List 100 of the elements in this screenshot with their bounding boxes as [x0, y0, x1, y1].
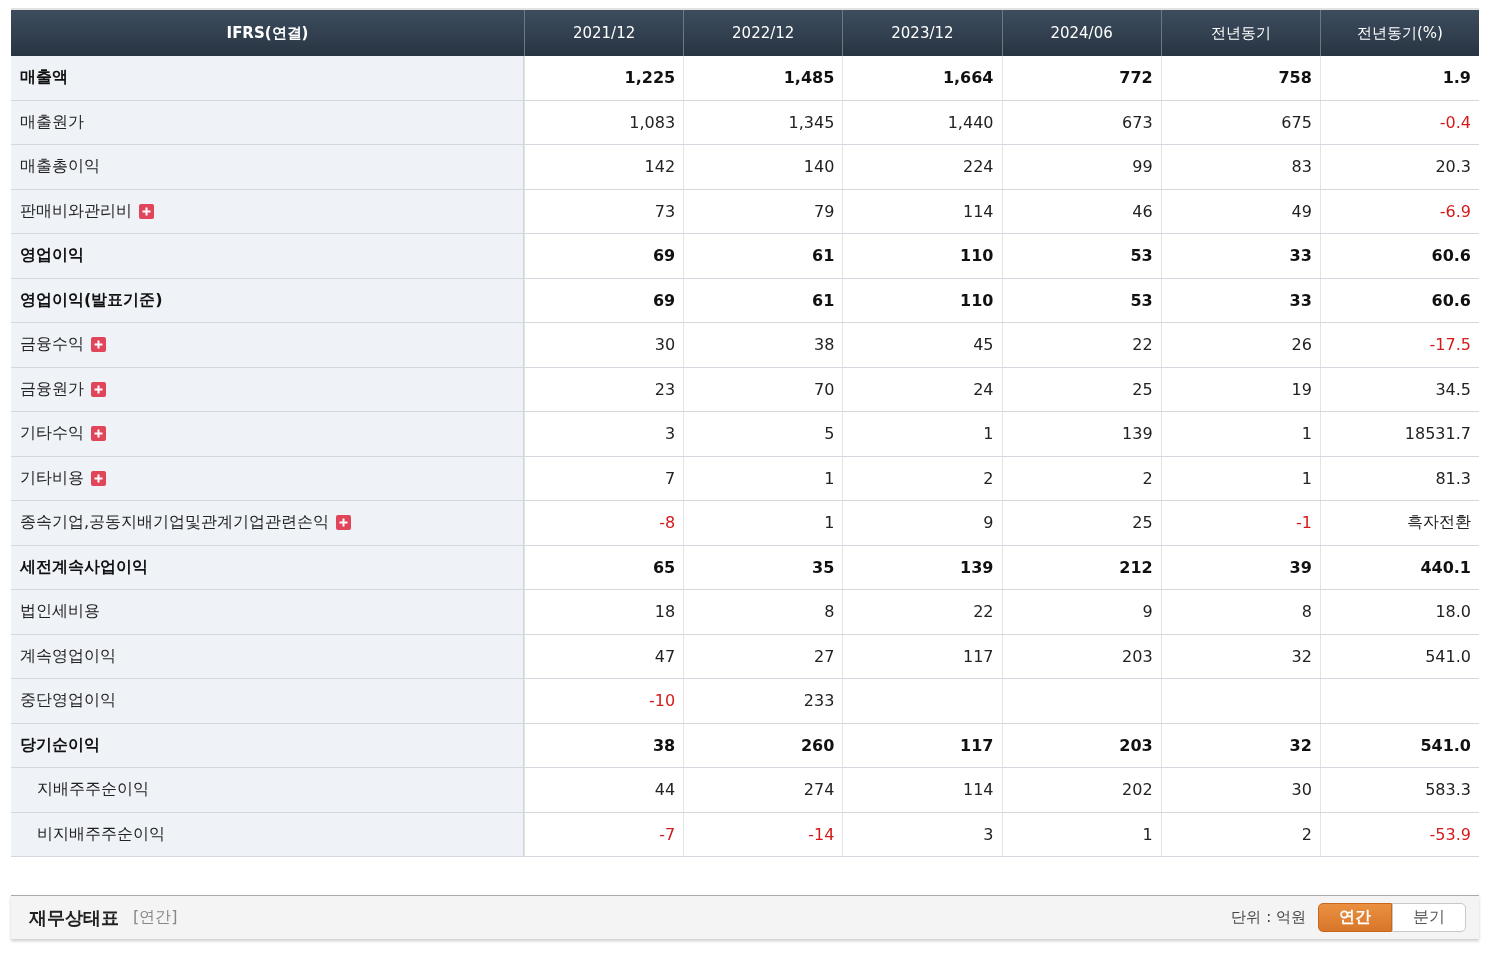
table-cell: 1: [1301, 468, 1312, 488]
table-cell: 675: [1281, 112, 1312, 132]
expand-plus-icon[interactable]: [91, 470, 106, 486]
table-cell: 2: [983, 468, 994, 488]
table-cell: 117: [962, 646, 994, 666]
table-cell: -1: [1295, 513, 1312, 533]
expand-plus-icon[interactable]: [336, 515, 352, 531]
table-cell: 27: [813, 646, 835, 666]
table-cell: 583.3: [1425, 780, 1471, 800]
table-cell: 60.6: [1431, 290, 1471, 310]
period-toggle-button[interactable]: 분기: [1392, 903, 1466, 932]
table-cell: 203: [1119, 735, 1153, 755]
table-cell: 139: [960, 557, 994, 577]
table-cell: 20.3: [1435, 157, 1471, 177]
column-header: 전년동기(%): [1356, 23, 1443, 43]
row-label: 세전계속사업이익: [20, 556, 148, 578]
table-cell: 139: [1122, 424, 1153, 444]
table-cell: -7: [659, 824, 676, 844]
table-cell: 45: [973, 335, 994, 355]
table-cell: 38: [652, 735, 676, 755]
table-cell: 32: [1289, 735, 1312, 755]
table-cell: 1,440: [947, 112, 994, 132]
table-cell: 142: [644, 157, 676, 177]
table-cell: 1,485: [783, 68, 835, 88]
table-cell: 1: [1301, 424, 1312, 444]
table-cell: 49: [1291, 201, 1312, 221]
column-header: IFRS(연결): [226, 23, 309, 43]
table-cell: 38: [813, 335, 835, 355]
unit-label: 단위 : 억원: [1231, 908, 1306, 927]
table-cell: 1: [983, 424, 994, 444]
table-cell: 22: [973, 602, 994, 622]
table-cell: 758: [1278, 68, 1312, 88]
table-cell: 34.5: [1435, 379, 1471, 399]
table-cell: 26: [1291, 335, 1312, 355]
table-cell: -10: [649, 691, 676, 711]
table-cell: 440.1: [1420, 557, 1471, 577]
row-label: 종속기업,공동지배기업및관계기업관련손익: [20, 512, 330, 534]
table-cell: 81.3: [1435, 468, 1471, 488]
table-cell: 1,664: [942, 68, 994, 88]
row-label: 당기순이익: [20, 734, 100, 756]
table-cell: 61: [812, 290, 835, 310]
table-cell: 24: [973, 379, 994, 399]
row-label: 영업이익: [20, 245, 84, 267]
table-cell: 5: [824, 424, 835, 444]
row-label: 매출원가: [20, 111, 84, 133]
row-label: 중단영업이익: [20, 690, 116, 712]
table-cell: 1,083: [629, 112, 676, 132]
expand-plus-icon[interactable]: [139, 203, 154, 219]
section-title: 재무상태표: [29, 905, 119, 930]
table-cell: 202: [1122, 780, 1153, 800]
table-cell: 47: [654, 646, 676, 666]
table-cell: 3: [983, 824, 994, 844]
table-cell: 25: [1132, 513, 1153, 533]
table-cell: 33: [1289, 290, 1312, 310]
table-cell: 53: [1130, 246, 1153, 266]
table-cell: -0.4: [1439, 112, 1471, 132]
row-label: 지배주주순이익: [36, 779, 149, 801]
table-cell: 8: [1301, 602, 1312, 622]
period-label: [연간]: [133, 907, 178, 928]
table-cell: 772: [1119, 68, 1153, 88]
table-cell: 7: [664, 468, 676, 488]
table-cell: 23: [654, 379, 676, 399]
row-label: 기타비용: [20, 467, 84, 489]
table-cell: 2: [1301, 824, 1312, 844]
table-cell: 흑자전환: [1407, 512, 1471, 534]
table-cell: 73: [654, 201, 676, 221]
table-cell: 233: [803, 691, 835, 711]
table-cell: 18.0: [1435, 602, 1471, 622]
table-cell: 1.9: [1442, 68, 1471, 88]
table-cell: 1,345: [788, 112, 835, 132]
expand-plus-icon[interactable]: [91, 337, 106, 353]
row-label: 계속영업이익: [20, 645, 116, 667]
column-header: 전년동기: [1210, 23, 1271, 43]
table-cell: -14: [808, 824, 835, 844]
table-cell: 69: [652, 290, 676, 310]
table-cell: 224: [962, 157, 994, 177]
table-cell: 2: [1142, 468, 1153, 488]
table-cell: 65: [652, 557, 676, 577]
table-cell: 212: [1119, 557, 1153, 577]
table-cell: -53.9: [1429, 824, 1471, 844]
row-label: 매출총이익: [20, 156, 100, 178]
table-cell: 1: [1142, 824, 1153, 844]
table-cell: 60.6: [1431, 246, 1471, 266]
table-cell: 44: [654, 780, 676, 800]
row-label: 판매비와관리비: [20, 200, 132, 222]
table-cell: -6.9: [1439, 201, 1471, 221]
table-cell: 53: [1130, 290, 1153, 310]
table-cell: 46: [1132, 201, 1153, 221]
expand-plus-icon[interactable]: [91, 426, 106, 442]
table-cell: 25: [1132, 379, 1153, 399]
row-label: 비지배주주순이익: [36, 823, 165, 845]
table-cell: 1,225: [624, 68, 676, 88]
table-cell: 79: [813, 201, 835, 221]
table-cell: 9: [983, 513, 994, 533]
table-cell: -17.5: [1429, 335, 1471, 355]
row-label: 매출액: [20, 67, 68, 89]
table-cell: 35: [812, 557, 835, 577]
table-cell: 61: [812, 246, 835, 266]
expand-plus-icon[interactable]: [91, 381, 106, 397]
table-cell: 114: [962, 780, 994, 800]
